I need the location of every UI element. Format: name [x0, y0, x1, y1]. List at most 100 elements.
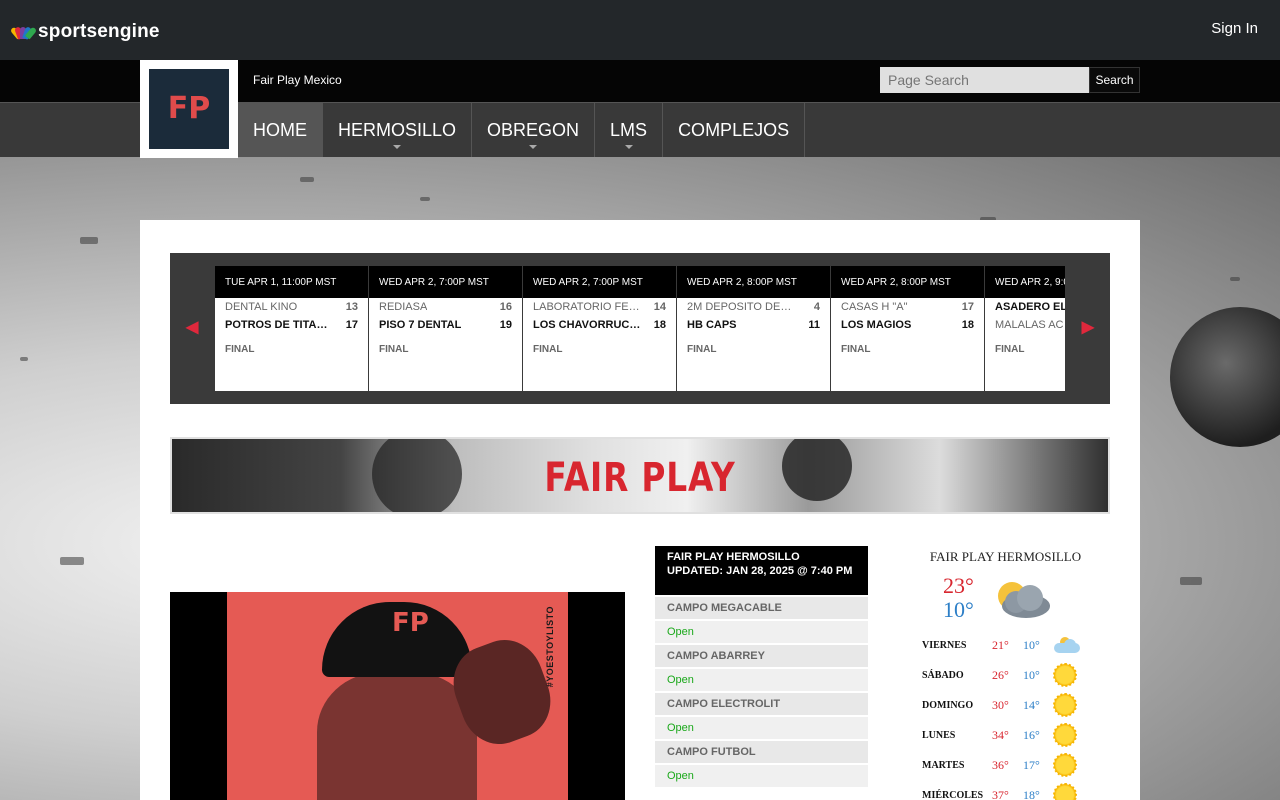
forecast-day: LUNES [922, 729, 956, 741]
nav-item-hermosillo[interactable]: HERMOSILLO [323, 103, 473, 157]
team-name: PISO 7 DENTAL [379, 319, 462, 331]
team-row: LOS CHAVORRUCOS 18 [523, 316, 676, 334]
game-status: FINAL [841, 344, 871, 355]
weather-forecast-row: DOMINGO 30° 14° [918, 690, 1093, 720]
team-row: POTROS DE TITANES 17 [215, 316, 368, 334]
fair-play-banner[interactable]: FAIR PLAY [170, 437, 1110, 514]
sun-icon [1053, 753, 1077, 777]
debris-speck [300, 177, 314, 182]
promo-photo: FP #YOESTOYLISTO [227, 592, 568, 800]
game-status: FINAL [995, 344, 1025, 355]
soccer-ball-image [1170, 307, 1280, 447]
search-button[interactable]: Search [1089, 67, 1140, 93]
weather-current-low: 10° [943, 597, 974, 622]
nav-item-complejos[interactable]: COMPLEJOS [663, 103, 806, 157]
field-name: CAMPO ABARREY [655, 645, 868, 667]
sun-icon [1053, 693, 1077, 717]
debris-speck [1230, 277, 1240, 281]
team-name: DENTAL KINO [225, 301, 298, 313]
field-status: Open [655, 765, 868, 787]
nav-item-label: COMPLEJOS [678, 119, 790, 140]
team-row: CASAS H "A" 17 [831, 298, 984, 316]
team-row: REDIASA 16 [369, 298, 522, 316]
team-score: 13 [345, 301, 358, 313]
weather-forecast-row: LUNES 34° 16° [918, 720, 1093, 750]
team-name: POTROS DE TITANES [225, 319, 335, 331]
game-card[interactable]: WED APR 2, 7:00P MSTLABORATORIO FERNANDE… [523, 266, 676, 391]
scoreboard-games: TUE APR 1, 11:00P MST DENTAL KINO 13 POTROS… [215, 266, 1065, 391]
forecast-high: 30° [992, 697, 1009, 712]
forecast-high: 26° [992, 667, 1009, 682]
field-status: Open [655, 717, 868, 739]
field-name: CAMPO MEGACABLE [655, 597, 868, 619]
forecast-high: 34° [992, 727, 1009, 742]
debris-speck [80, 237, 98, 244]
promo-face [317, 672, 477, 800]
forecast-low: 14° [1023, 697, 1040, 712]
promo-image[interactable]: FP #YOESTOYLISTO [170, 592, 625, 800]
forecast-day: SÁBADO [922, 669, 964, 681]
team-name: MALALAS AC [995, 319, 1064, 331]
debris-speck [420, 197, 430, 201]
sun-icon [1053, 663, 1077, 687]
game-time: WED APR 2, 7:00P MST [523, 266, 676, 298]
game-time: TUE APR 1, 11:00P MST [215, 266, 368, 298]
team-row: ASADERO EL [985, 298, 1065, 316]
chevron-down-icon [624, 145, 633, 149]
debris-speck [1180, 577, 1202, 585]
nav-item-label: LMS [610, 119, 648, 140]
game-card[interactable]: WED APR 2, 8:00P MST CASAS H "A" 17 LOS MAG… [831, 266, 984, 391]
site-name[interactable]: Fair Play Mexico [253, 73, 342, 87]
field-name: CAMPO ELECTROLIT [655, 693, 868, 715]
forecast-day: VIERNES [922, 639, 967, 651]
team-name: LABORATORIO FERNANDEZ [533, 301, 643, 313]
game-time: WED APR 2, 7:00P MST [369, 266, 522, 298]
scoreboard-prev-arrow-icon[interactable]: ◀ [186, 317, 198, 337]
sign-in-link[interactable]: Sign In [1211, 20, 1258, 37]
site-logo[interactable]: FP [140, 60, 238, 158]
nav-item-home[interactable]: HOME [238, 103, 323, 157]
game-time: WED APR 2, 9:00P MST [985, 266, 1065, 298]
game-card[interactable]: WED APR 2, 8:00P MST 2M DEPOSITO DENTAL 4 H… [677, 266, 830, 391]
forecast-low: 18° [1023, 787, 1040, 800]
weather-current-high: 23° [943, 573, 974, 598]
page-search-input[interactable] [880, 67, 1089, 93]
game-card[interactable]: WED APR 2, 7:00P MST REDIASA 16 PISO 7 DENT… [369, 266, 522, 391]
sportsengine-logo[interactable]: sportsengine [9, 21, 160, 42]
weather-forecast-row: VIERNES 21° 10° [918, 630, 1093, 660]
team-score: 16 [499, 301, 512, 313]
game-time: WED APR 2, 8:00P MST [677, 266, 830, 298]
weather-current: 23° 10° [918, 568, 1093, 630]
scoreboard: ◀ TUE APR 1, 11:00P MST DENTAL KINO 13 POTR… [170, 253, 1110, 404]
field-status: Open [655, 669, 868, 691]
game-time: WED APR 2, 8:00P MST [831, 266, 984, 298]
scoreboard-next-arrow-icon[interactable]: ▶ [1082, 317, 1094, 337]
team-score: 4 [813, 301, 820, 313]
forecast-low: 10° [1023, 667, 1040, 682]
team-name: LOS MAGIOS [841, 319, 912, 331]
forecast-high: 37° [992, 787, 1009, 800]
nav-item-lms[interactable]: LMS [595, 103, 664, 157]
nav-item-obregon[interactable]: OBREGON [472, 103, 596, 157]
game-card[interactable]: WED APR 2, 9:00P MST ASADERO EL MALALAS AC… [985, 266, 1065, 391]
forecast-high: 36° [992, 757, 1009, 772]
team-score: 17 [345, 319, 358, 331]
brand-name: sportsengine [38, 21, 160, 42]
banner-title: FAIR PLAY [544, 455, 736, 501]
debris-speck [20, 357, 28, 361]
team-row: LABORATORIO FERNANDEZ 14 [523, 298, 676, 316]
team-row: PISO 7 DENTAL 19 [369, 316, 522, 334]
field-status: Open [655, 621, 868, 643]
field-status-widget: FAIR PLAY HERMOSILLO UPDATED: JAN 28, 20… [655, 546, 868, 787]
field-status-header: FAIR PLAY HERMOSILLO UPDATED: JAN 28, 20… [655, 546, 868, 595]
team-row: HB CAPS 11 [677, 316, 830, 334]
team-name: LOS CHAVORRUCOS [533, 319, 643, 331]
nav-item-label: HOME [253, 119, 307, 140]
logo-mark: FP [167, 91, 211, 126]
forecast-day: MIÉRCOLES [922, 789, 984, 800]
team-name: 2M DEPOSITO DENTAL [687, 301, 797, 313]
fair-play-logo-image: FP [149, 69, 229, 149]
chevron-down-icon [529, 145, 538, 149]
promo-hashtag: #YOESTOYLISTO [545, 606, 555, 688]
game-card[interactable]: TUE APR 1, 11:00P MST DENTAL KINO 13 POTROS… [215, 266, 368, 391]
